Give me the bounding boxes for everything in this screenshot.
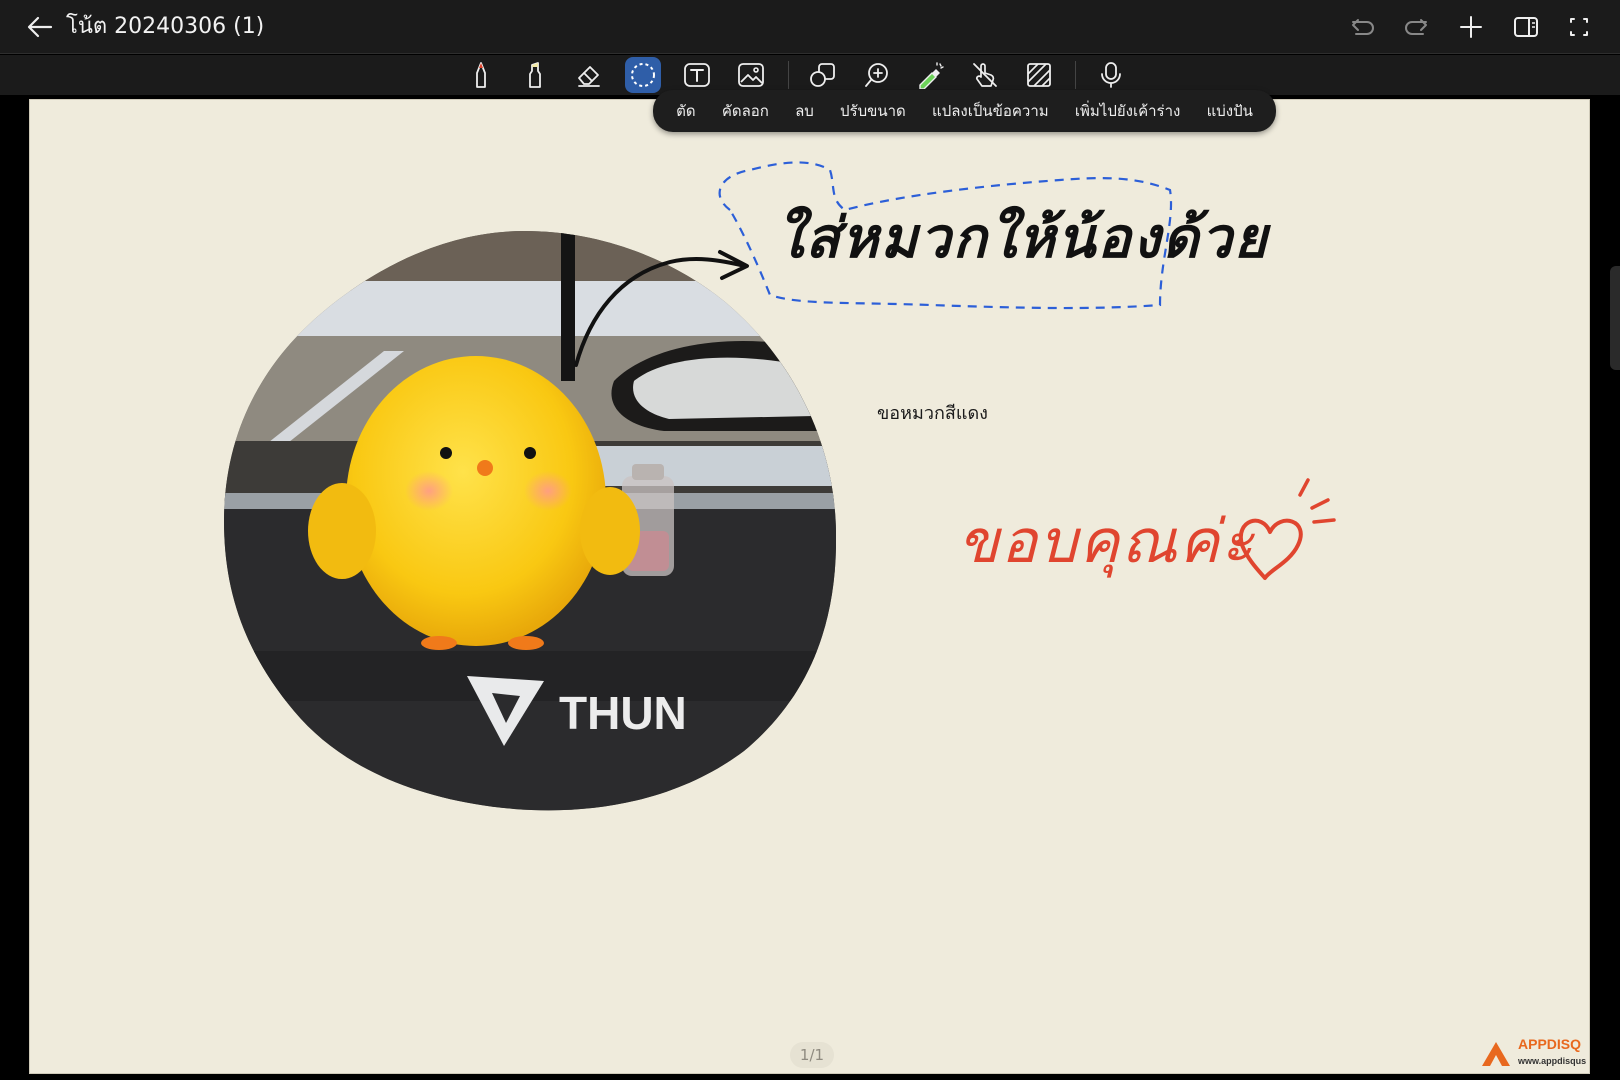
menu-item-resize[interactable]: ปรับขนาด	[840, 99, 906, 123]
shapes-icon	[810, 63, 835, 87]
eraser-icon	[578, 66, 600, 87]
finger-draw-tool[interactable]	[967, 57, 1003, 93]
note-title: โน้ต 20240306 (1)	[66, 14, 265, 39]
chick-photo[interactable]: THUN	[224, 231, 836, 811]
toolbar-divider	[788, 61, 789, 89]
typed-note-text[interactable]: ขอหมวกสีแดง	[877, 398, 988, 427]
add-button[interactable]	[1455, 12, 1487, 42]
plus-icon	[1460, 16, 1482, 38]
watermark-logo-icon	[1482, 1042, 1510, 1066]
menu-item-cut[interactable]: ตัด	[676, 99, 695, 123]
menu-item-delete[interactable]: ลบ	[795, 99, 814, 123]
zoom-in-icon	[865, 63, 888, 87]
photo-brand-text: THUN	[559, 687, 687, 739]
hatched-background-icon	[1027, 63, 1051, 87]
menu-item-add-to-outline[interactable]: เพิ่มไปยังเค้าร่าง	[1075, 99, 1180, 123]
hand-touch-off-icon	[973, 63, 997, 87]
menu-item-convert-to-text[interactable]: แปลงเป็นข้อความ	[932, 99, 1049, 123]
magic-highlighter-icon	[919, 62, 944, 89]
page-indicator: 1/1	[790, 1042, 834, 1068]
split-view-icon	[1514, 17, 1538, 37]
arrow-left-icon	[27, 16, 53, 38]
handwritten-text-top[interactable]: ใส่หมวกให้น้องด้วย	[776, 193, 1269, 282]
zoom-tool[interactable]	[859, 57, 895, 93]
more-button[interactable]	[1563, 12, 1595, 42]
image-icon	[738, 63, 764, 87]
undo-icon	[1352, 19, 1374, 35]
lasso-tool[interactable]	[625, 57, 661, 93]
voice-record-tool[interactable]	[1093, 57, 1129, 93]
marker-icon	[529, 62, 541, 88]
text-box-icon	[684, 63, 710, 87]
back-button[interactable]	[24, 12, 56, 42]
pen-tool[interactable]	[463, 57, 499, 93]
pen-icon	[476, 62, 486, 88]
menu-item-share[interactable]: แบ่งปัน	[1207, 99, 1253, 123]
highlighter-tool[interactable]	[913, 57, 949, 93]
microphone-icon	[1101, 62, 1121, 88]
title-bar: โน้ต 20240306 (1)	[0, 0, 1620, 54]
selection-context-menu: ตัด คัดลอก ลบ ปรับขนาด แปลงเป็นข้อความ เ…	[653, 90, 1276, 132]
grid-dots-icon	[1570, 18, 1588, 36]
marker-tool[interactable]	[517, 57, 553, 93]
drawing-toolbar	[0, 55, 1620, 95]
watermark: APPDISQ www.appdisqus	[1478, 1034, 1608, 1074]
undo-button[interactable]	[1347, 12, 1379, 42]
text-box-tool[interactable]	[679, 57, 715, 93]
split-view-button[interactable]	[1510, 12, 1542, 42]
insert-image-tool[interactable]	[733, 57, 769, 93]
watermark-logo: APPDISQ	[1518, 1036, 1582, 1052]
sparkle-lines	[1298, 478, 1336, 524]
menu-item-copy[interactable]: คัดลอก	[722, 99, 769, 123]
lasso-select-icon	[631, 63, 655, 87]
watermark-url: www.appdisqus	[1518, 1056, 1587, 1066]
redo-button[interactable]	[1400, 12, 1432, 42]
background-tool[interactable]	[1021, 57, 1057, 93]
note-canvas[interactable]: THUN ใส่หมวกให้น้องด้วย ขอหมวกสีแดง ขอบค…	[29, 99, 1590, 1074]
eraser-tool[interactable]	[571, 57, 607, 93]
handwritten-text-bottom[interactable]: ขอบคุณค่ะ	[958, 494, 1255, 589]
redo-icon	[1405, 19, 1427, 35]
shapes-tool[interactable]	[805, 57, 841, 93]
side-panel-handle[interactable]	[1610, 266, 1620, 370]
toolbar-divider	[1075, 61, 1076, 89]
